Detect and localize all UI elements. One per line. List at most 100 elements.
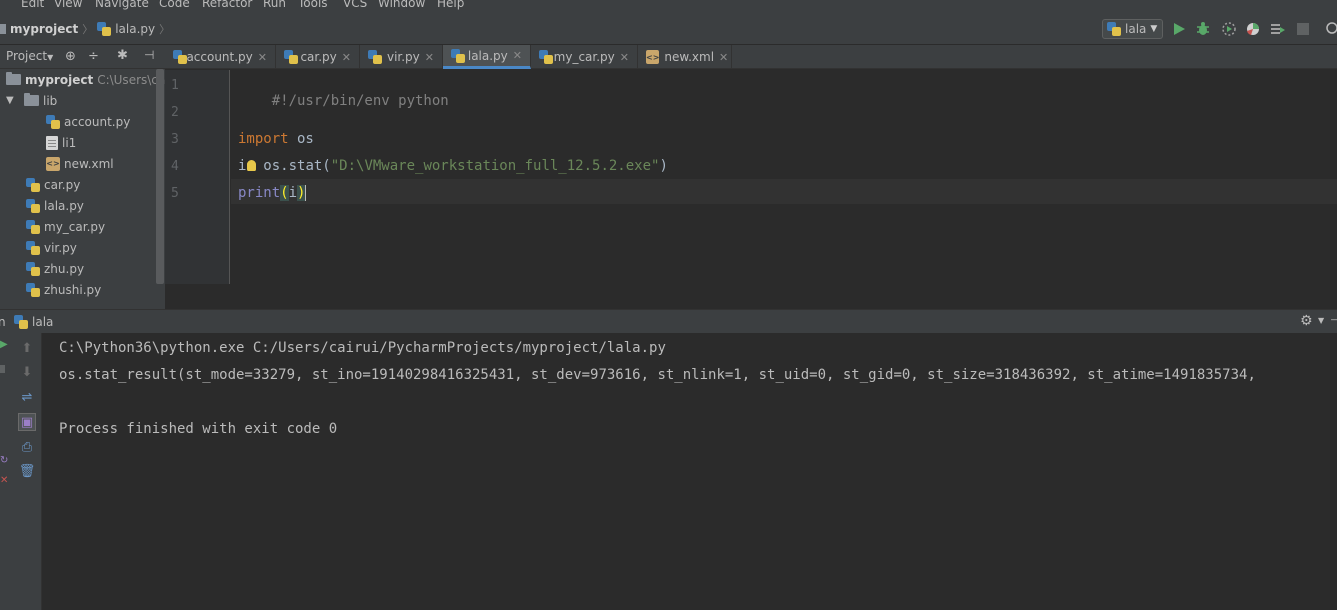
assignment-expression: = os.stat(: [246, 158, 331, 174]
close-icon[interactable]: ✕: [513, 49, 522, 62]
folder-icon: [24, 93, 39, 106]
python-file-icon: [97, 22, 112, 36]
tab-label: my_car.py: [553, 50, 615, 64]
profile-icon[interactable]: [1244, 20, 1262, 38]
coverage-icon[interactable]: [1220, 20, 1238, 38]
tab-account-py[interactable]: account.py ✕: [165, 45, 276, 69]
gear-icon[interactable]: ✱: [117, 48, 128, 63]
code-line-4: i= os.stat("D:\VMware_workstation_full_1…: [238, 158, 668, 174]
line-number: 4: [171, 159, 179, 174]
breadcrumb-project[interactable]: myproject: [10, 22, 78, 36]
shebang-comment: #!/usr/bin/env python: [271, 93, 449, 109]
breadcrumb-separator-icon: 〉: [82, 23, 94, 36]
tab-lala-py[interactable]: lala.py ✕: [443, 45, 531, 69]
close-icon[interactable]: ✕: [0, 475, 8, 486]
tab-new-xml[interactable]: <> new.xml ✕: [638, 45, 732, 69]
python-file-icon: [26, 240, 40, 255]
menu-edit[interactable]: Edit: [21, 0, 44, 10]
project-title: Project: [6, 49, 48, 63]
code-editor[interactable]: 1 2 3 4 5 #!/usr/bin/env python import o…: [165, 70, 1337, 284]
tree-folder-lib[interactable]: ▼ lib: [6, 90, 57, 111]
module-name: os: [288, 131, 314, 147]
tree-file-label: new.xml: [64, 156, 114, 171]
python-file-icon: [26, 198, 40, 213]
tab-vir-py[interactable]: vir.py ✕: [360, 45, 443, 69]
tree-file[interactable]: lala.py: [26, 195, 84, 216]
tab-label: lala.py: [467, 48, 508, 63]
menu-tools[interactable]: Tools: [298, 0, 328, 10]
run-tool-title: n: [0, 315, 6, 329]
python-file-icon: [368, 50, 382, 64]
stop-icon[interactable]: [0, 365, 5, 373]
search-icon[interactable]: [1322, 20, 1337, 38]
collapse-all-icon[interactable]: ÷: [88, 49, 99, 64]
run-configuration-select[interactable]: lala ▼: [1102, 19, 1163, 39]
folder-icon: [0, 24, 6, 34]
run-icon[interactable]: [1170, 20, 1188, 38]
tree-file[interactable]: zhushi.py: [26, 279, 101, 300]
line-number: 2: [171, 105, 179, 120]
tab-my-car-py[interactable]: my_car.py ✕: [531, 45, 638, 69]
line-number: 3: [171, 132, 179, 147]
breadcrumb-file[interactable]: lala.py: [115, 22, 155, 36]
text-file-icon: [46, 135, 58, 150]
run-tab-label[interactable]: lala: [32, 315, 53, 329]
debug-icon[interactable]: [1194, 20, 1212, 38]
close-icon[interactable]: ✕: [620, 51, 629, 64]
python-file-icon: [539, 50, 553, 64]
close-icon[interactable]: ✕: [719, 51, 728, 64]
menu-vcs[interactable]: VCS: [343, 0, 367, 10]
breadcrumb: myproject 〉 lala.py 〉: [0, 21, 170, 37]
project-panel-header: Project▼ ⊕ ÷ ✱ ⊣: [0, 45, 165, 69]
tab-label: car.py: [300, 50, 337, 64]
menu-navigate[interactable]: Navigate: [95, 0, 149, 10]
tab-label: account.py: [186, 50, 253, 64]
trash-icon[interactable]: 🗑: [18, 462, 36, 480]
tab-label: new.xml: [664, 50, 715, 64]
run-console[interactable]: C:\Python36\python.exe C:/Users/cairui/P…: [42, 333, 1337, 610]
python-file-icon: [451, 48, 465, 63]
menu-code[interactable]: Code: [159, 0, 190, 10]
tree-file[interactable]: account.py: [46, 111, 130, 132]
close-icon[interactable]: ✕: [425, 51, 434, 64]
chevron-down-icon: ▼: [6, 95, 14, 106]
run-panel-header: n lala ⚙ ▼ ⊣: [0, 309, 1337, 333]
rerun-icon[interactable]: ▶: [0, 339, 8, 350]
tab-car-py[interactable]: car.py ✕: [276, 45, 360, 69]
tree-file[interactable]: <> new.xml: [46, 153, 114, 174]
target-icon[interactable]: ⊕: [65, 49, 76, 64]
print-icon[interactable]: ⎙: [18, 438, 36, 456]
lightbulb-icon[interactable]: [247, 160, 257, 171]
menu-window[interactable]: Window: [378, 0, 425, 10]
menu-run[interactable]: Run: [263, 0, 286, 10]
scroll-to-end-icon[interactable]: ▣: [18, 413, 36, 431]
tree-file[interactable]: my_car.py: [26, 216, 105, 237]
tree-file[interactable]: li1: [46, 132, 76, 153]
tree-file[interactable]: zhu.py: [26, 258, 84, 279]
concurrency-icon[interactable]: [1269, 20, 1287, 38]
tree-root[interactable]: myproject C:\Users\cai: [6, 69, 165, 90]
tree-file[interactable]: car.py: [26, 174, 80, 195]
chevron-down-icon[interactable]: ▼: [1318, 316, 1324, 325]
menu-refactor[interactable]: Refactor: [202, 0, 252, 10]
hide-panel-icon[interactable]: ⊣: [144, 48, 154, 62]
breadcrumb-separator-icon: 〉: [159, 23, 171, 36]
tree-file-label: li1: [62, 135, 77, 150]
arrow-down-icon[interactable]: ⬇: [18, 363, 36, 381]
string-literal: "D:\VMware_workstation_full_12.5.2.exe": [330, 158, 660, 174]
close-icon[interactable]: ✕: [342, 51, 351, 64]
project-view-select[interactable]: Project▼: [6, 49, 53, 63]
soft-wrap-icon[interactable]: ⇌: [18, 388, 36, 406]
menu-view[interactable]: View: [54, 0, 82, 10]
gear-icon[interactable]: ⚙: [1300, 313, 1313, 329]
tree-file[interactable]: vir.py: [26, 237, 77, 258]
stop-icon[interactable]: [1294, 20, 1312, 38]
tree-scrollbar[interactable]: [156, 69, 164, 284]
tree-folder-label: lib: [43, 93, 58, 108]
close-icon[interactable]: ✕: [258, 51, 267, 64]
rerun-failed-icon[interactable]: ↻: [0, 455, 8, 466]
hide-panel-icon[interactable]: ⊣: [1330, 313, 1337, 327]
arrow-up-icon[interactable]: ⬆: [18, 339, 36, 357]
line-number: 1: [171, 78, 179, 93]
menu-help[interactable]: Help: [437, 0, 464, 10]
